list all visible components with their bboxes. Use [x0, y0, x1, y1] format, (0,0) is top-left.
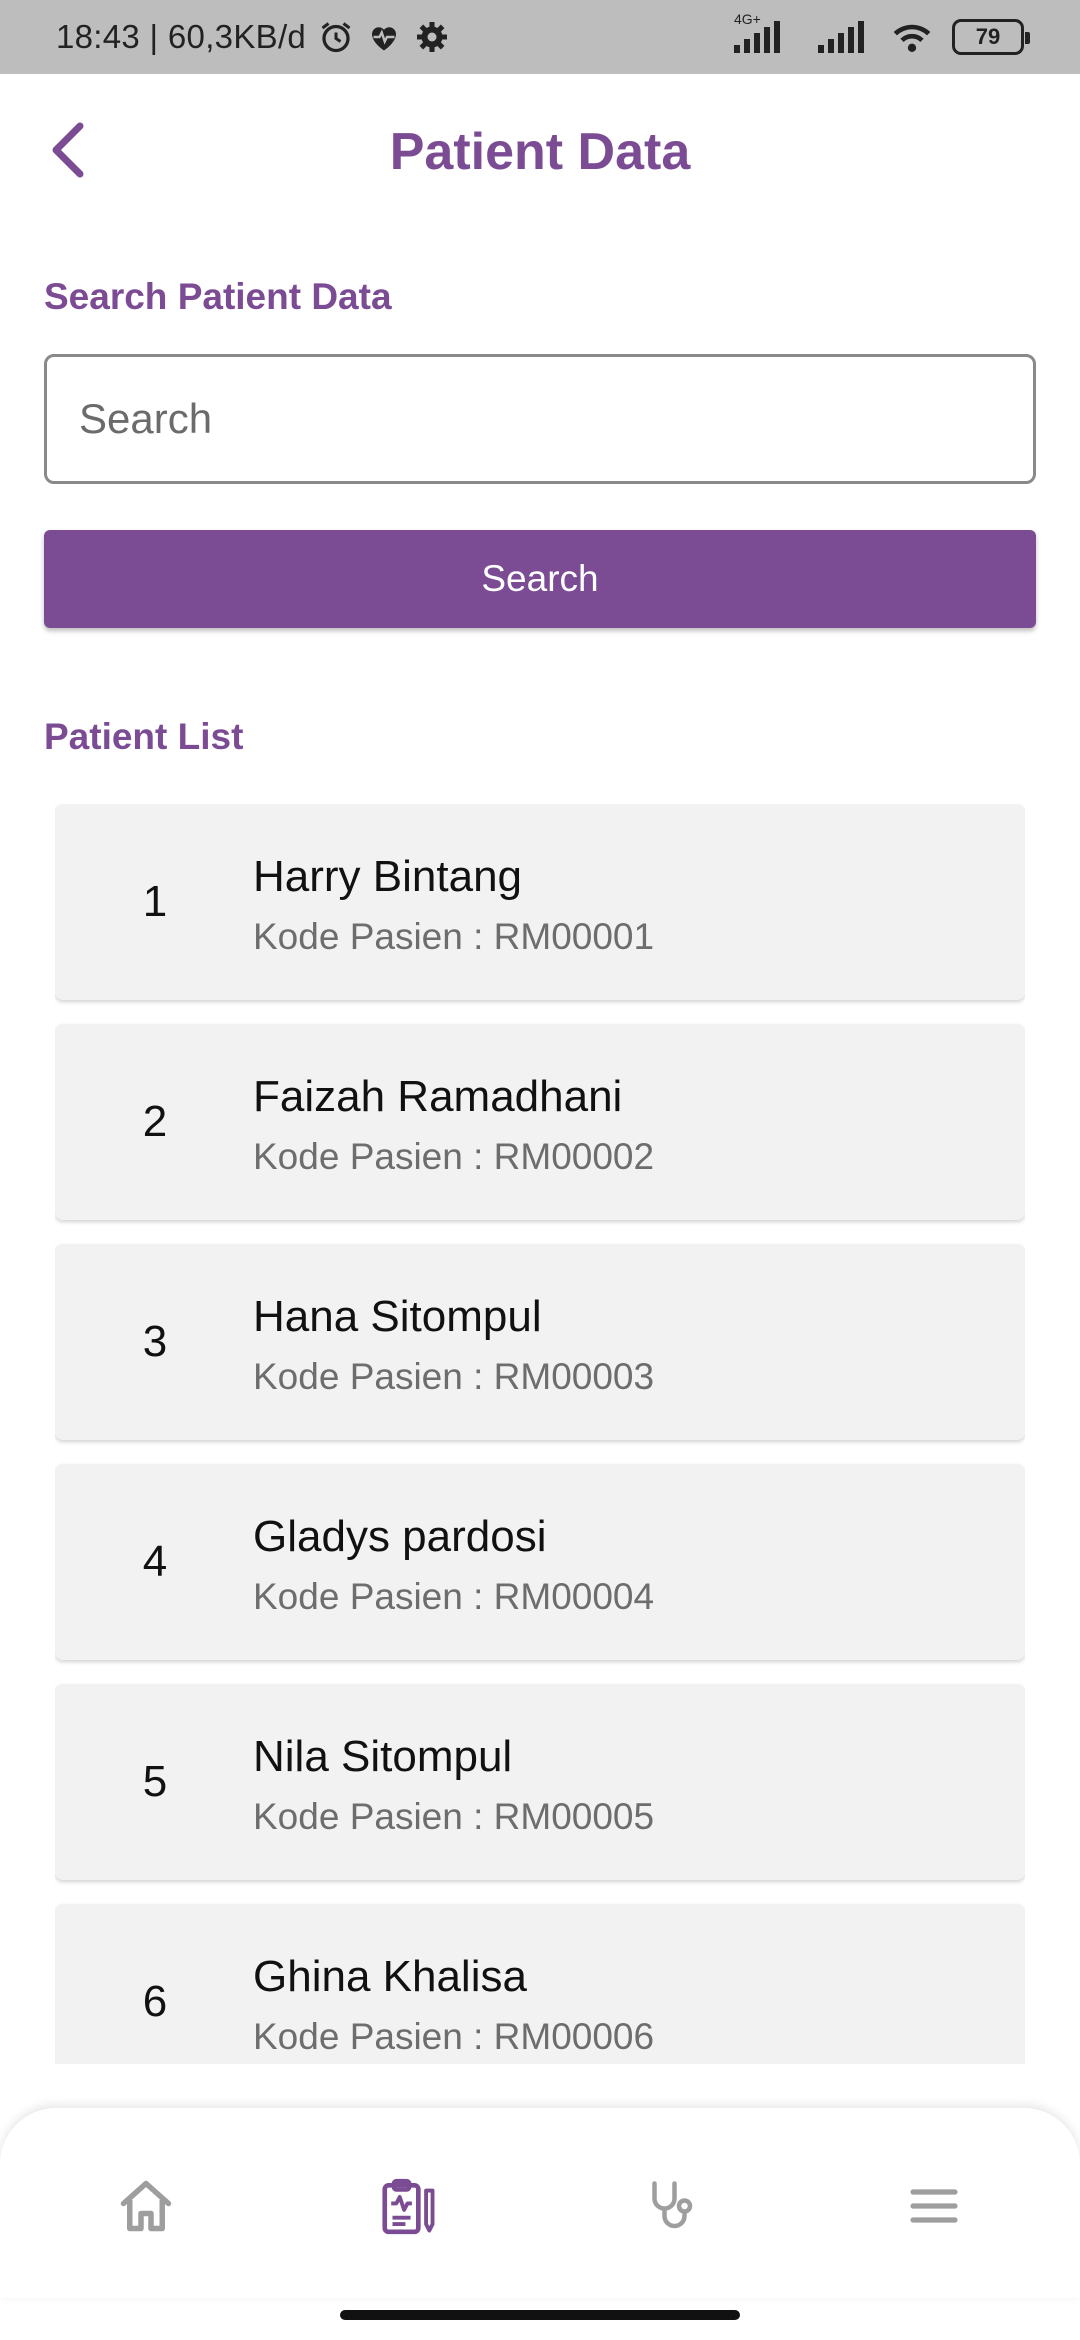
menu-icon [910, 2189, 958, 2223]
patient-number: 2 [142, 1097, 168, 1146]
home-indicator[interactable] [340, 2310, 740, 2320]
battery-level: 79 [975, 24, 1001, 49]
patient-card[interactable]: 5 Nila Sitompul Kode Pasien : RM00005 [55, 1684, 1025, 1880]
search-field[interactable] [44, 354, 1036, 484]
signal-icon-2 [818, 21, 864, 53]
patient-code: Kode Pasien : RM00001 [253, 916, 655, 957]
stethoscope-icon [652, 2181, 693, 2229]
clipboard-icon [382, 2178, 435, 2235]
status-left: 18:43 | 60,3KB/d [56, 0, 450, 74]
patient-name: Nila Sitompul [253, 1732, 513, 1781]
patient-card[interactable]: 1 Harry Bintang Kode Pasien : RM00001 [55, 804, 1025, 1000]
patient-code: Kode Pasien : RM00005 [253, 1796, 655, 1837]
nav-item-examination[interactable] [632, 2166, 712, 2246]
patient-code: Kode Pasien : RM00006 [253, 2016, 655, 2057]
patient-code: Kode Pasien : RM00004 [253, 1576, 655, 1617]
patient-number: 5 [142, 1757, 168, 1806]
patient-name: Ghina Khalisa [253, 1952, 527, 2001]
page-title: Patient Data [389, 123, 691, 181]
patient-number: 6 [142, 1977, 168, 2026]
nav-item-patient-data[interactable] [368, 2166, 448, 2246]
patient-number: 3 [142, 1317, 168, 1366]
status-time: 18:43 | 60,3KB/d [56, 18, 307, 55]
search-button[interactable]: Search [44, 530, 1036, 628]
status-right: 4G+ 79 [730, 0, 1030, 74]
bottom-nav [0, 2108, 1080, 2298]
wifi-icon [893, 24, 931, 52]
patient-list-label: Patient List [44, 716, 244, 757]
patient-number: 4 [142, 1537, 168, 1586]
patient-name: Harry Bintang [253, 852, 523, 901]
search-section-label: Search Patient Data [44, 276, 392, 317]
battery-icon: 79 [952, 19, 1030, 55]
patient-list[interactable]: 1 Harry Bintang Kode Pasien : RM00001 2 … [55, 804, 1025, 2064]
patient-number: 1 [142, 877, 168, 926]
status-bar: 18:43 | 60,3KB/d 4G+ 79 [0, 0, 1080, 74]
patient-card[interactable]: 3 Hana Sitompul Kode Pasien : RM00003 [55, 1244, 1025, 1440]
patient-card[interactable]: 4 Gladys pardosi Kode Pasien : RM00004 [55, 1464, 1025, 1660]
heart-rate-icon [372, 27, 397, 51]
alarm-icon [321, 22, 351, 53]
patient-code: Kode Pasien : RM00002 [253, 1136, 655, 1177]
signal-icon: 4G+ [730, 11, 802, 57]
app-header: Patient Data [0, 74, 1080, 230]
patient-name: Faizah Ramadhani [253, 1072, 623, 1121]
patient-name: Hana Sitompul [253, 1292, 542, 1341]
patient-card[interactable]: 6 Ghina Khalisa Kode Pasien : RM00006 [55, 1904, 1025, 2064]
nav-item-home[interactable] [106, 2166, 186, 2246]
patient-name: Gladys pardosi [253, 1512, 547, 1561]
patient-code: Kode Pasien : RM00003 [253, 1356, 655, 1397]
patient-card[interactable]: 2 Faizah Ramadhani Kode Pasien : RM00002 [55, 1024, 1025, 1220]
settings-icon [417, 22, 448, 52]
home-icon [120, 2180, 172, 2232]
search-input[interactable] [47, 357, 1033, 481]
nav-item-menu[interactable] [894, 2166, 974, 2246]
